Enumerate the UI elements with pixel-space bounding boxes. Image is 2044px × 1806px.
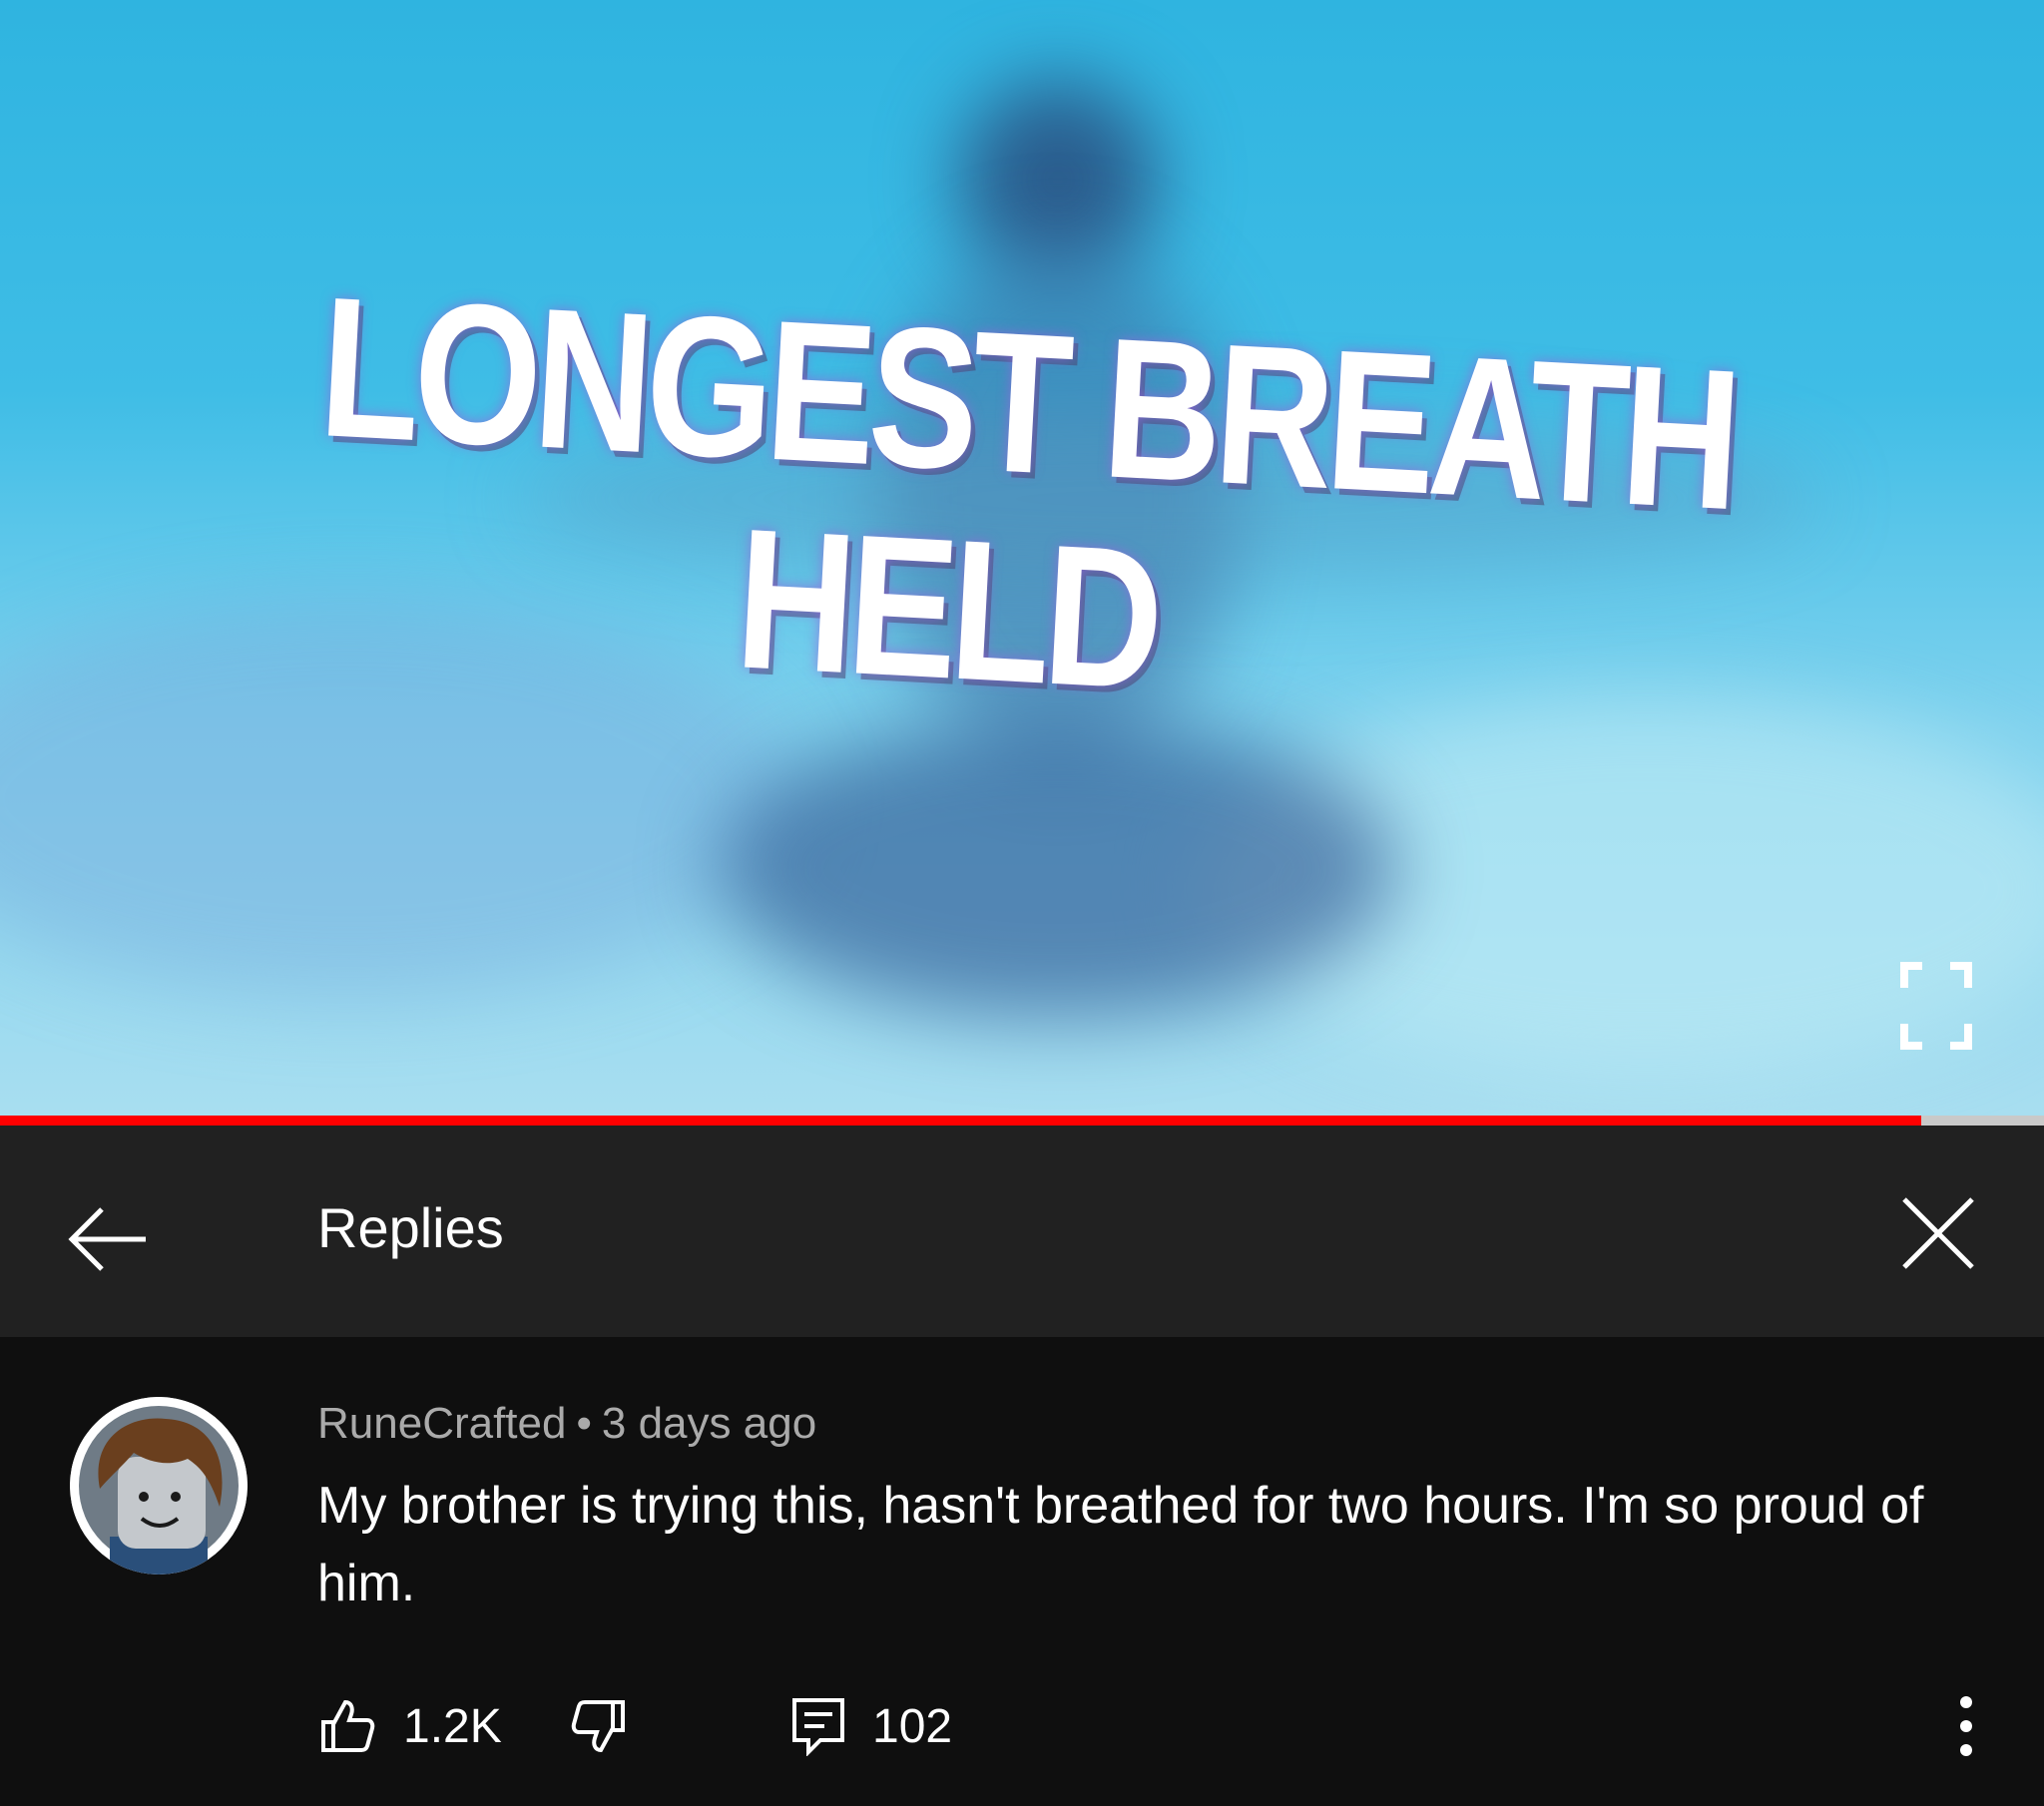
comment-actions: 1.2K 102 [0,1676,2044,1776]
swimmer-legs [719,718,1397,1018]
video-progress-bar[interactable] [0,1116,2044,1126]
reply-icon [792,1698,844,1756]
video-player[interactable]: LONGEST BREATH HELD [0,0,2044,1116]
thumbs-up-icon [321,1699,375,1752]
dislike-button[interactable] [569,1676,629,1776]
more-vert-icon [1960,1696,1972,1756]
back-arrow-icon [68,1207,146,1271]
comment-meta: RuneCrafted • 3 days ago [317,1399,816,1449]
comment-item: RuneCrafted • 3 days ago My brother is try… [0,1337,2044,1806]
meta-separator: • [576,1399,592,1448]
like-count: 1.2K [403,1699,502,1753]
avatar[interactable] [70,1397,248,1575]
back-button[interactable] [58,1189,158,1289]
like-button[interactable]: 1.2K [317,1676,502,1776]
close-button[interactable] [1886,1181,1990,1285]
comment-author[interactable]: RuneCrafted [317,1399,566,1448]
replies-header: Replies [0,1126,2044,1337]
thumbs-down-icon [571,1700,625,1753]
reply-count: 102 [872,1699,953,1753]
video-progress-played [0,1116,1922,1126]
fullscreen-icon [1900,962,1972,1050]
avatar-image [70,1397,248,1575]
comment-time: 3 days ago [601,1399,817,1448]
page-title: Replies [317,1196,504,1259]
more-options-button[interactable] [1954,1676,1978,1776]
comment-text: My brother is trying this, hasn't breath… [317,1477,1924,1612]
close-icon [1902,1197,1974,1269]
reply-button[interactable]: 102 [790,1676,952,1776]
fullscreen-button[interactable] [1898,958,1974,1054]
